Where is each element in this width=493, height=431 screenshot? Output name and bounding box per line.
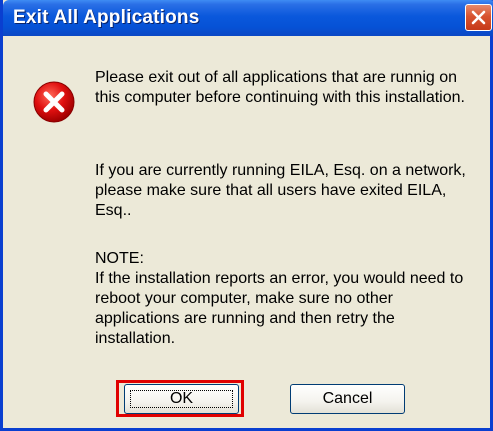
error-icon	[33, 81, 75, 123]
note-text: If the installation reports an error, yo…	[95, 270, 464, 347]
note-block: NOTE: If the installation reports an err…	[95, 249, 475, 349]
message-paragraph-2: If you are currently running EILA, Esq. …	[95, 162, 466, 219]
focus-rect	[130, 390, 233, 408]
dialog-window: Exit All Applications Please exit out of…	[0, 0, 493, 431]
cancel-button[interactable]: Cancel	[290, 384, 405, 414]
message-paragraph-1: Please exit out of all applications that…	[95, 69, 465, 106]
close-button[interactable]	[465, 4, 492, 31]
ok-button[interactable]: OK	[124, 384, 239, 414]
cancel-button-label: Cancel	[322, 390, 373, 407]
note-heading: NOTE:	[95, 250, 144, 267]
dialog-title: Exit All Applications	[13, 7, 200, 28]
close-icon	[471, 10, 486, 25]
title-bar[interactable]: Exit All Applications	[3, 0, 493, 36]
